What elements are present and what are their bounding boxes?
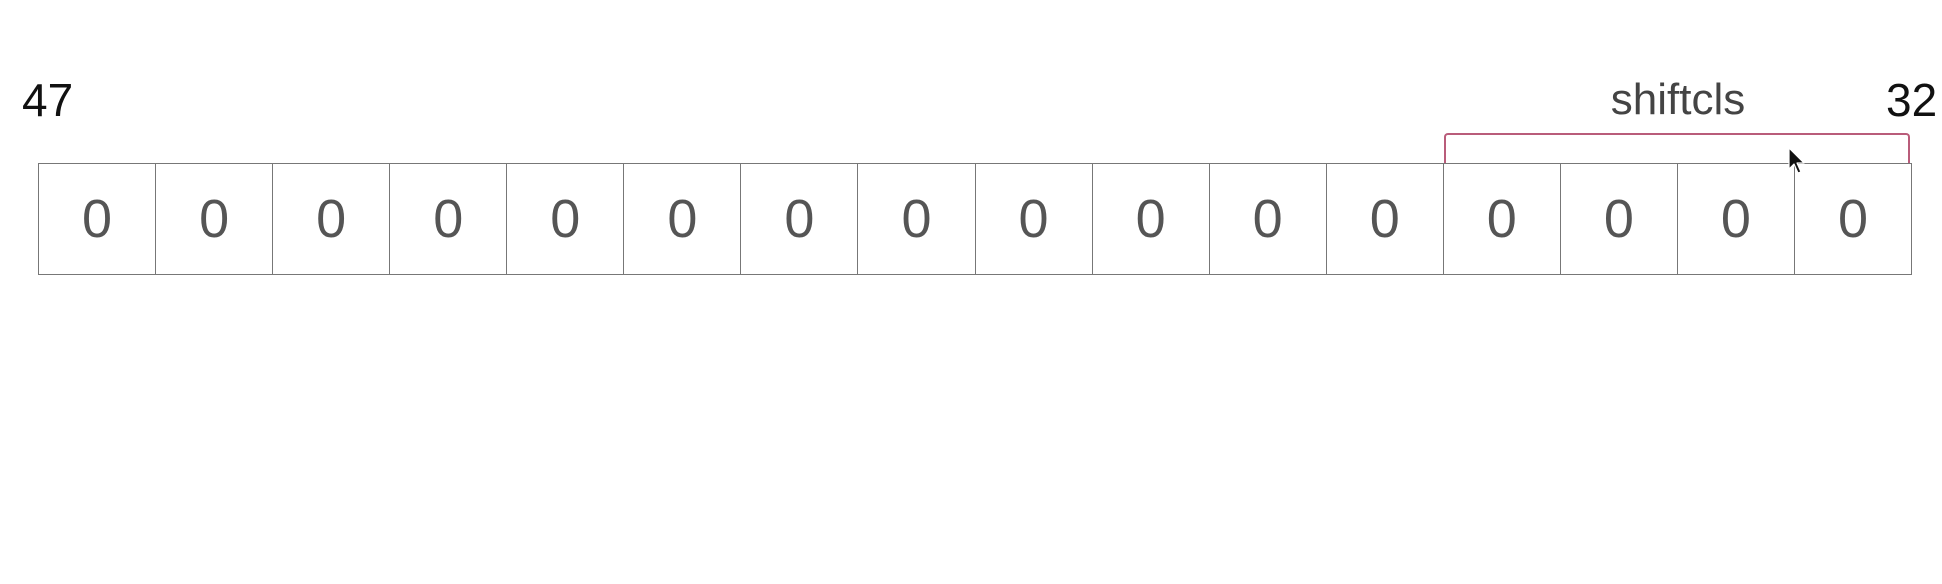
msb-bit-index-label: 47 (22, 74, 74, 126)
register-bit-row: 0 0 0 0 0 0 0 0 0 0 0 0 0 0 0 0 (38, 163, 1912, 275)
bit-cell-32: 0 (1837, 189, 1868, 249)
bit-cell-42: 0 (624, 164, 742, 274)
shiftcls-field-bracket (1444, 133, 1910, 163)
bit-cell-40: 0 (858, 164, 976, 274)
bit-cell-45: 0 (273, 164, 391, 274)
bit-cell-36: 0 (1327, 164, 1444, 274)
bit-cell-46: 0 (156, 164, 274, 274)
bit-cell-35: 0 (1444, 164, 1561, 274)
bit-cell-41: 0 (741, 164, 859, 274)
bit-cell-33: 0 (1678, 164, 1795, 274)
mouse-pointer-icon (1788, 147, 1805, 174)
bit-cell-37: 0 (1210, 164, 1327, 274)
bit-cell-44: 0 (390, 164, 508, 274)
bit-cell-38: 0 (1093, 164, 1210, 274)
bit-cell-34: 0 (1561, 164, 1678, 274)
bit-cell-43: 0 (507, 164, 625, 274)
bit-cell-39: 0 (976, 164, 1093, 274)
bit-cell-47: 0 (39, 164, 157, 274)
shiftcls-field-label: shiftcls (1610, 75, 1746, 124)
